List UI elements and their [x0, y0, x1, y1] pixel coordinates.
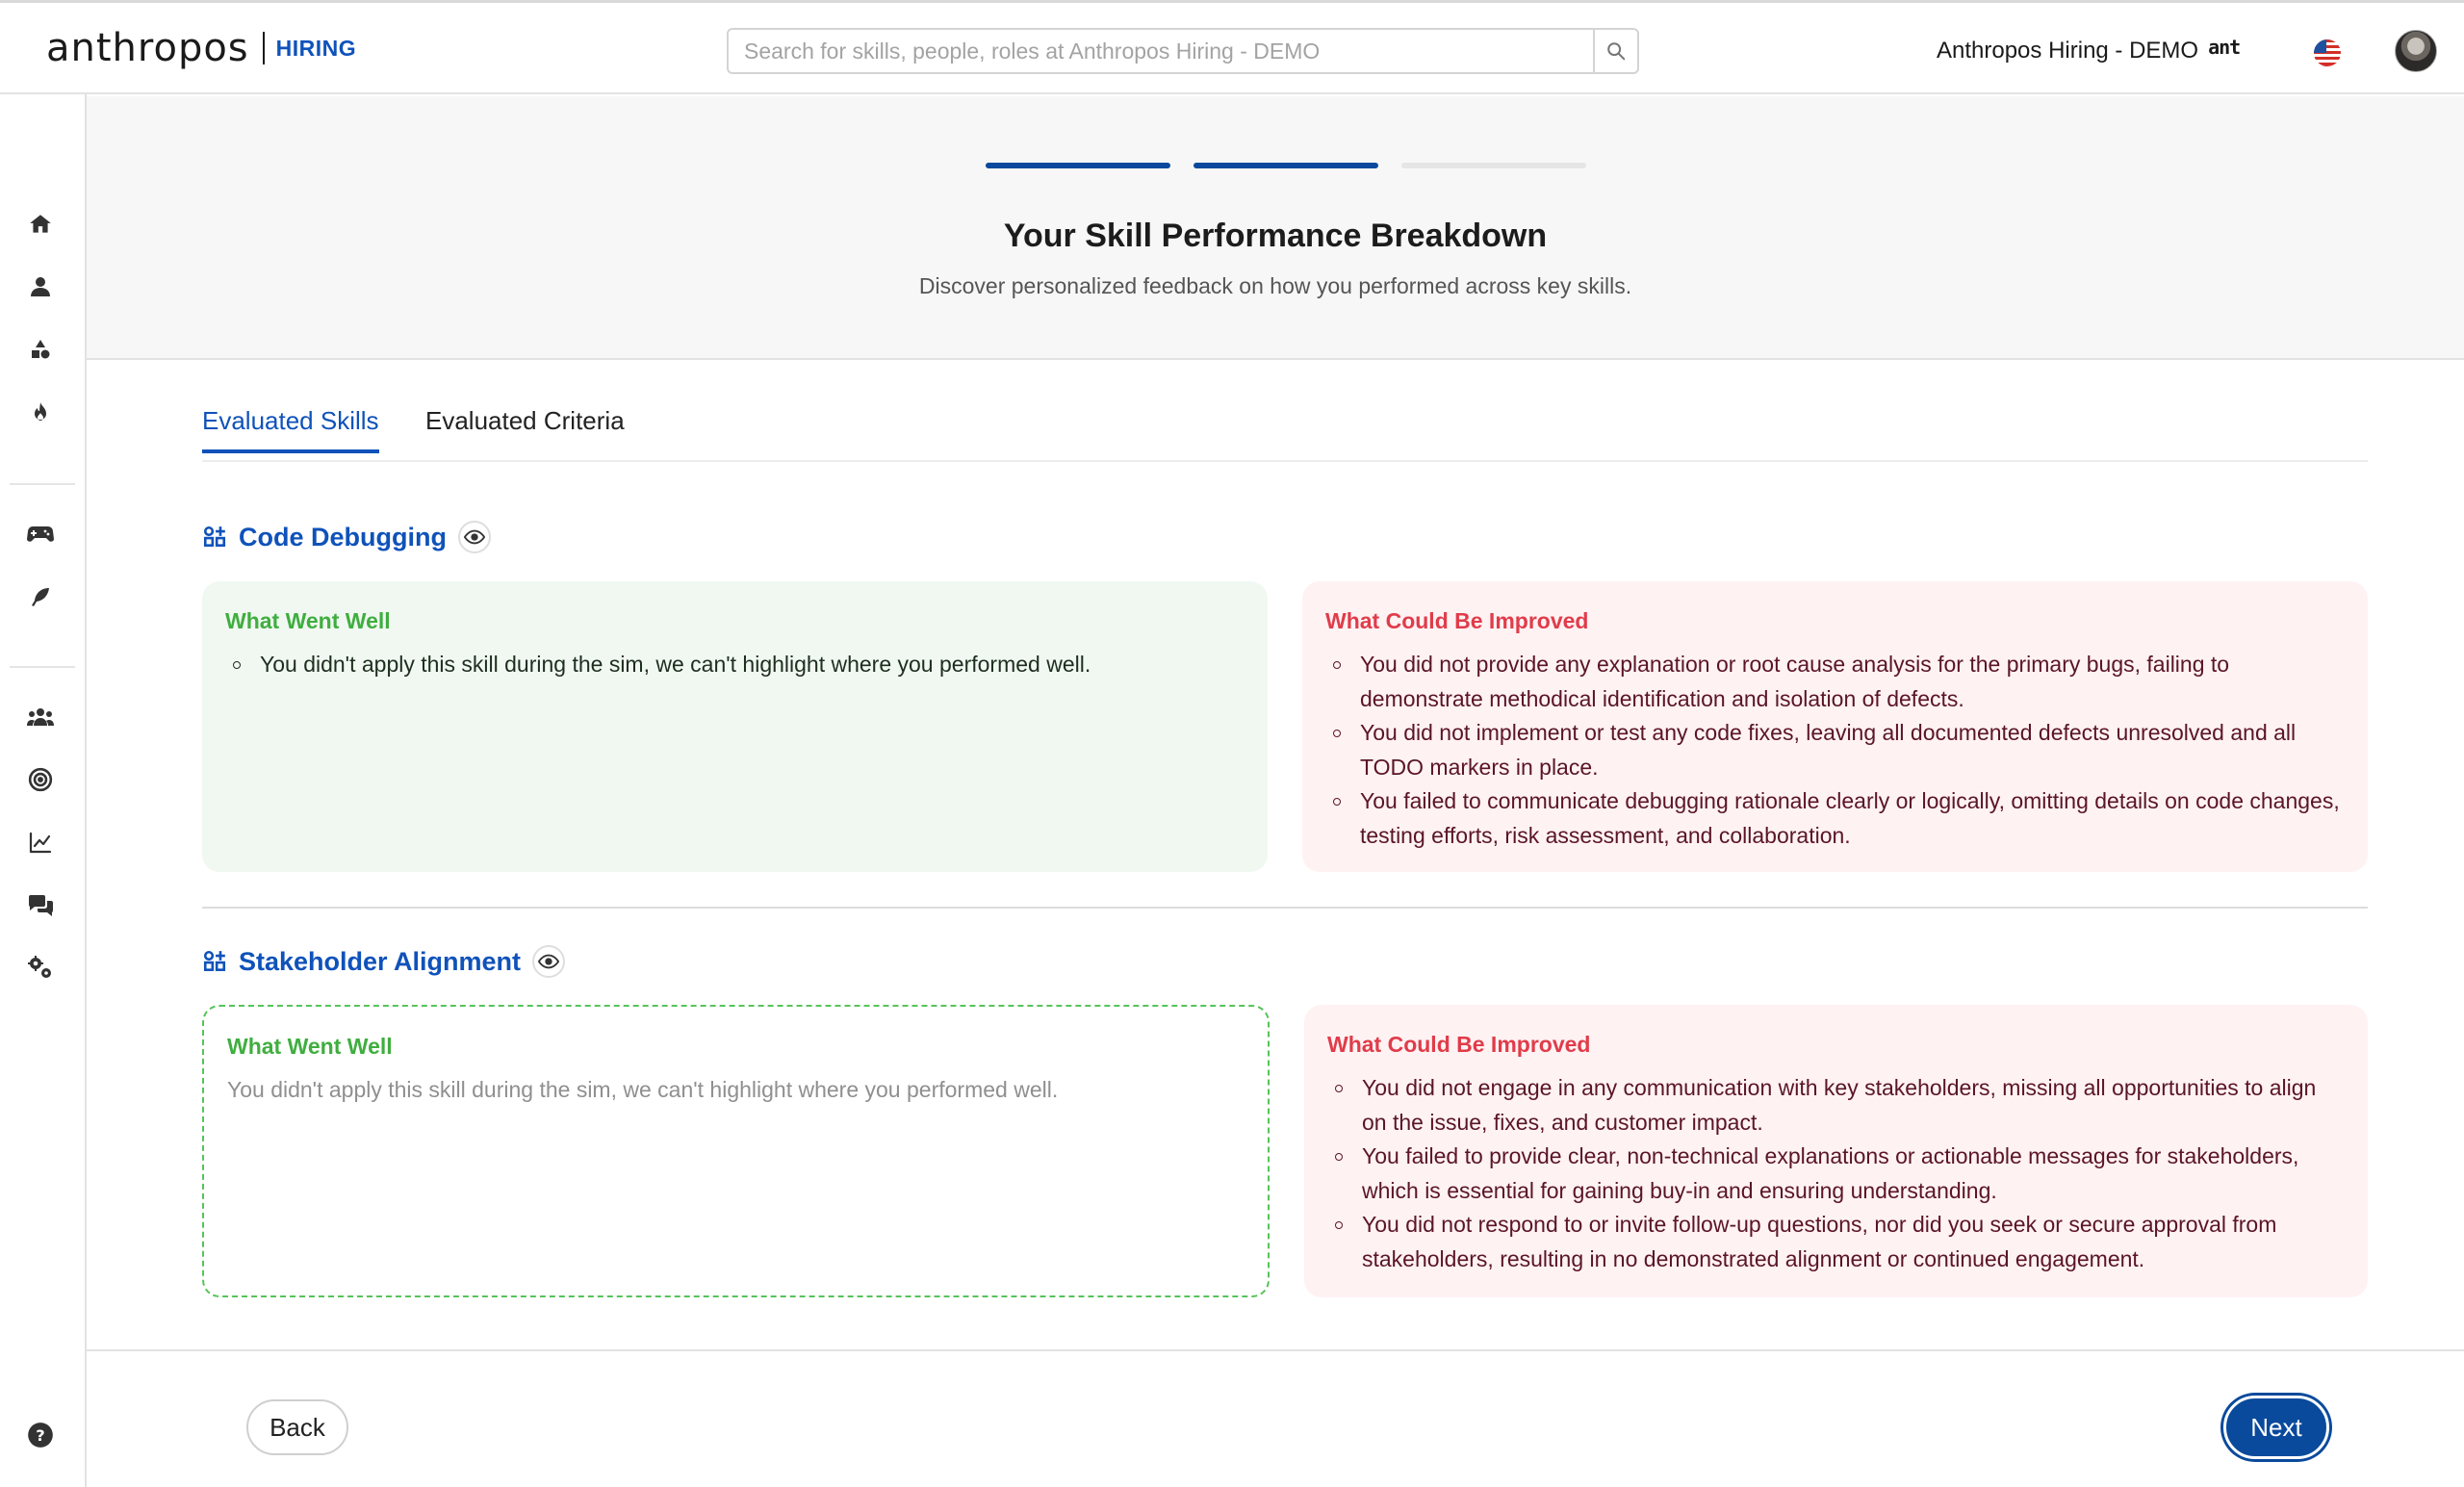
team-icon[interactable] [26, 703, 55, 731]
section-divider [202, 907, 2368, 909]
hero-section: Your Skill Performance Breakdown Discove… [87, 96, 2464, 360]
page-title: Your Skill Performance Breakdown [1003, 218, 1548, 254]
brand-divider [262, 32, 265, 64]
user-icon[interactable] [26, 272, 55, 301]
gamepad-icon[interactable] [26, 520, 55, 549]
skill-title: Stakeholder Alignment [239, 946, 522, 976]
went-well-card: What Went Well You didn't apply this ski… [202, 581, 1268, 872]
sidebar-divider [10, 666, 75, 668]
progress-step [1401, 163, 1586, 168]
tenant-name: Anthropos Hiring - DEMO [1937, 38, 2199, 64]
improve-title: What Could Be Improved [1325, 608, 1589, 633]
list-item: You did not implement or test any code f… [1325, 716, 2345, 784]
tenant-logo: ant [2208, 36, 2241, 59]
improve-card: What Could Be Improved You did not provi… [1302, 581, 2368, 872]
went-well-list: You didn't apply this skill during the s… [225, 648, 1245, 682]
tab-evaluated-criteria[interactable]: Evaluated Criteria [425, 406, 625, 449]
improve-title: What Could Be Improved [1327, 1032, 1591, 1057]
list-item: You did not respond to or invite follow-… [1327, 1208, 2345, 1276]
progress-step [986, 163, 1170, 168]
skill-grid-icon [203, 526, 226, 547]
list-item: You failed to provide clear, non-technic… [1327, 1140, 2345, 1208]
footer-bar: Back Next [87, 1349, 2464, 1487]
tab-bar: Evaluated Skills Evaluated Criteria [202, 397, 2368, 462]
skill-title: Code Debugging [239, 522, 447, 551]
sidebar-divider [10, 483, 75, 485]
skill-grid-icon [203, 950, 226, 971]
went-well-card: What Went Well You didn't apply this ski… [202, 1005, 1270, 1297]
gears-icon[interactable] [26, 953, 55, 982]
brand-logo[interactable]: anthropos HIRING [46, 26, 356, 70]
progress-steps [986, 163, 1586, 168]
chat-icon[interactable] [26, 890, 55, 919]
eye-icon [463, 529, 485, 545]
list-item: You did not engage in any communication … [1327, 1071, 2345, 1140]
list-item: You did not provide any explanation or r… [1325, 648, 2345, 716]
chart-line-icon[interactable] [26, 828, 55, 857]
feather-icon[interactable] [26, 582, 55, 611]
view-skill-button[interactable] [457, 521, 491, 553]
tenant-switcher[interactable]: Anthropos Hiring - DEMO ant [1937, 36, 2241, 64]
back-button[interactable]: Back [246, 1399, 348, 1455]
list-item: You didn't apply this skill during the s… [225, 648, 1245, 682]
eye-icon [538, 954, 560, 969]
improve-card: What Could Be Improved You did not engag… [1304, 1005, 2368, 1297]
brand-tag: HIRING [275, 35, 357, 61]
next-button[interactable]: Next [2223, 1396, 2329, 1459]
improve-list: You did not engage in any communication … [1327, 1071, 2345, 1276]
search-bar [727, 28, 1639, 74]
went-well-title: What Went Well [225, 608, 391, 633]
view-skill-button[interactable] [532, 945, 566, 978]
skill-header: Code Debugging [202, 521, 491, 553]
home-icon[interactable] [26, 210, 55, 239]
target-icon[interactable] [26, 765, 55, 794]
list-item: You failed to communicate debugging rati… [1325, 784, 2345, 853]
top-header: anthropos HIRING Anthropos Hiring - DEMO… [0, 0, 2464, 94]
progress-step [1194, 163, 1378, 168]
help-icon[interactable]: ? [26, 1421, 55, 1449]
tab-evaluated-skills[interactable]: Evaluated Skills [202, 406, 379, 453]
fire-icon[interactable] [26, 397, 55, 426]
shapes-icon[interactable] [26, 335, 55, 364]
skill-header: Stakeholder Alignment [202, 945, 566, 978]
search-button[interactable] [1593, 30, 1637, 72]
user-avatar[interactable] [2395, 30, 2437, 72]
brand-name: anthropos [46, 26, 249, 70]
search-input[interactable] [729, 30, 1593, 72]
us-flag-icon[interactable] [2314, 39, 2341, 66]
went-well-title: What Went Well [227, 1034, 393, 1059]
search-icon [1607, 42, 1626, 61]
sidebar: ? [0, 94, 87, 1487]
page-subtitle: Discover personalized feedback on how yo… [918, 273, 1632, 298]
went-well-text: You didn't apply this skill during the s… [227, 1077, 1059, 1102]
svg-text:?: ? [36, 1426, 44, 1445]
improve-list: You did not provide any explanation or r… [1325, 648, 2345, 853]
